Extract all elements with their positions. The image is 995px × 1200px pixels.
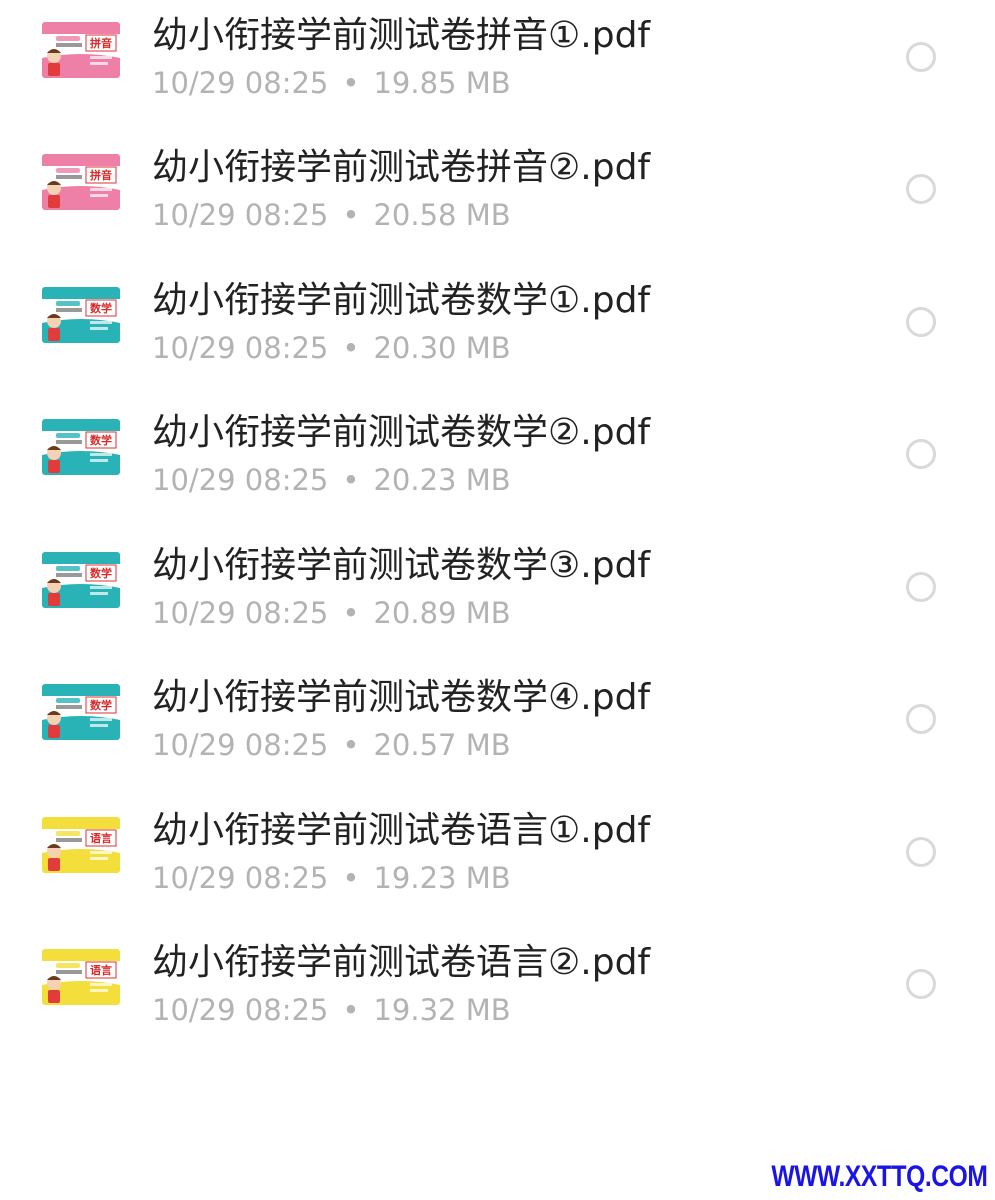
book-cover-picture: 数学	[42, 552, 120, 608]
file-meta: 10/29 08:25 • 20.57 MB	[152, 726, 511, 764]
thumb-subject-label: 语言	[90, 831, 112, 845]
meta-separator: •	[342, 463, 360, 497]
book-cover-picture: 语言	[42, 949, 120, 1005]
pdf-thumbnail: 数学	[42, 287, 120, 343]
file-name: 幼小衔接学前测试卷拼音①.pdf	[152, 15, 651, 56]
file-name: 幼小衔接学前测试卷拼音②.pdf	[152, 147, 651, 188]
book-cover-picture: 拼音	[42, 154, 120, 210]
thumb-subject-label: 数学	[90, 566, 112, 580]
book-cover-picture: 数学	[42, 684, 120, 740]
meta-separator: •	[342, 728, 360, 762]
file-size: 20.30 MB	[373, 331, 511, 365]
file-time: 10/29 08:25	[152, 993, 329, 1027]
select-radio[interactable]	[906, 572, 936, 602]
file-name: 幼小衔接学前测试卷数学②.pdf	[152, 412, 651, 453]
file-row[interactable]: 数学 幼小衔接学前测试卷数学④.pdf 10/29 08:25 • 20.57 MB	[0, 662, 995, 794]
meta-separator: •	[342, 993, 360, 1027]
book-cover-picture: 拼音	[42, 22, 120, 78]
file-meta: 10/29 08:25 • 19.23 MB	[152, 859, 511, 897]
meta-separator: •	[342, 861, 360, 895]
meta-separator: •	[342, 596, 360, 630]
thumb-subject-label: 拼音	[90, 36, 112, 50]
file-row[interactable]: 数学 幼小衔接学前测试卷数学③.pdf 10/29 08:25 • 20.89 MB	[0, 530, 995, 662]
file-name: 幼小衔接学前测试卷语言①.pdf	[152, 810, 651, 851]
file-meta: 10/29 08:25 • 20.58 MB	[152, 196, 511, 234]
file-size: 19.23 MB	[373, 861, 511, 895]
file-time: 10/29 08:25	[152, 728, 329, 762]
thumb-subject-label: 语言	[90, 963, 112, 977]
file-meta: 10/29 08:25 • 20.30 MB	[152, 329, 511, 367]
file-time: 10/29 08:25	[152, 463, 329, 497]
select-radio[interactable]	[906, 174, 936, 204]
file-row[interactable]: 数学 幼小衔接学前测试卷数学①.pdf 10/29 08:25 • 20.30 MB	[0, 265, 995, 397]
thumb-subject-label: 拼音	[90, 168, 112, 182]
book-cover-picture: 数学	[42, 419, 120, 475]
file-time: 10/29 08:25	[152, 198, 329, 232]
thumb-subject-label: 数学	[90, 433, 112, 447]
meta-separator: •	[342, 66, 360, 100]
thumb-subject-label: 数学	[90, 698, 112, 712]
pdf-thumbnail: 数学	[42, 552, 120, 608]
file-name: 幼小衔接学前测试卷数学①.pdf	[152, 280, 651, 321]
pdf-thumbnail: 数学	[42, 684, 120, 740]
file-time: 10/29 08:25	[152, 331, 329, 365]
file-time: 10/29 08:25	[152, 861, 329, 895]
file-row[interactable]: 语言 幼小衔接学前测试卷语言①.pdf 10/29 08:25 • 19.23 MB	[0, 795, 995, 927]
file-meta: 10/29 08:25 • 20.23 MB	[152, 461, 511, 499]
select-radio[interactable]	[906, 439, 936, 469]
select-radio[interactable]	[906, 42, 936, 72]
meta-separator: •	[342, 198, 360, 232]
pdf-thumbnail: 拼音	[42, 154, 120, 210]
select-radio[interactable]	[906, 307, 936, 337]
pdf-thumbnail: 语言	[42, 949, 120, 1005]
file-meta: 10/29 08:25 • 19.32 MB	[152, 991, 511, 1029]
select-radio[interactable]	[906, 837, 936, 867]
file-name: 幼小衔接学前测试卷数学④.pdf	[152, 677, 651, 718]
meta-separator: •	[342, 331, 360, 365]
book-cover-picture: 数学	[42, 287, 120, 343]
file-time: 10/29 08:25	[152, 66, 329, 100]
watermark: WWW.XXTTQ.COM	[770, 1160, 987, 1193]
thumb-subject-label: 数学	[90, 301, 112, 315]
file-row[interactable]: 拼音 幼小衔接学前测试卷拼音①.pdf 10/29 08:25 • 19.85 MB	[0, 0, 995, 132]
pdf-thumbnail: 语言	[42, 817, 120, 873]
book-cover-picture: 语言	[42, 817, 120, 873]
file-meta: 10/29 08:25 • 20.89 MB	[152, 594, 511, 632]
file-size: 20.23 MB	[373, 463, 511, 497]
file-name: 幼小衔接学前测试卷语言②.pdf	[152, 942, 651, 983]
file-meta: 10/29 08:25 • 19.85 MB	[152, 64, 511, 102]
file-size: 20.89 MB	[373, 596, 511, 630]
file-size: 19.32 MB	[373, 993, 511, 1027]
file-size: 19.85 MB	[373, 66, 511, 100]
pdf-thumbnail: 拼音	[42, 22, 120, 78]
file-size: 20.57 MB	[373, 728, 511, 762]
file-size: 20.58 MB	[373, 198, 511, 232]
file-row[interactable]: 语言 幼小衔接学前测试卷语言②.pdf 10/29 08:25 • 19.32 MB	[0, 927, 995, 1059]
file-name: 幼小衔接学前测试卷数学③.pdf	[152, 545, 651, 586]
file-time: 10/29 08:25	[152, 596, 329, 630]
select-radio[interactable]	[906, 969, 936, 999]
file-row[interactable]: 数学 幼小衔接学前测试卷数学②.pdf 10/29 08:25 • 20.23 MB	[0, 397, 995, 529]
file-row[interactable]: 拼音 幼小衔接学前测试卷拼音②.pdf 10/29 08:25 • 20.58 MB	[0, 132, 995, 264]
select-radio[interactable]	[906, 704, 936, 734]
pdf-thumbnail: 数学	[42, 419, 120, 475]
